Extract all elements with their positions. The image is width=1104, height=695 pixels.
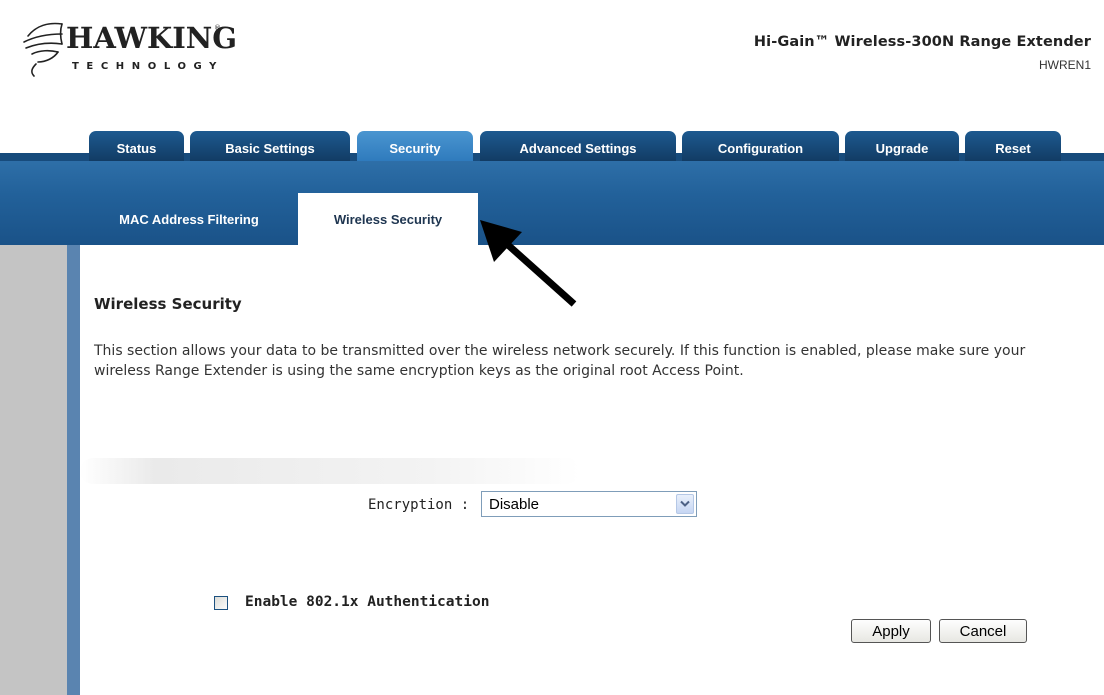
page-title: Wireless Security <box>94 295 242 313</box>
tab-label: Basic Settings <box>225 140 315 156</box>
subtab-label: Wireless Security <box>333 211 443 227</box>
tab-upgrade[interactable]: Upgrade <box>845 131 959 161</box>
encryption-selected-value: Disable <box>489 496 540 513</box>
product-model: HWREN1 <box>1038 58 1091 72</box>
chevron-down-icon[interactable] <box>676 494 694 514</box>
tab-advanced-settings[interactable]: Advanced Settings <box>480 131 676 161</box>
divider-band <box>80 458 580 484</box>
brand-sub-text: TECHNOLOGY <box>72 61 224 72</box>
tab-label: Security <box>389 140 441 156</box>
left-rail <box>0 245 67 695</box>
cancel-button[interactable]: Cancel <box>939 619 1027 643</box>
tab-label: Advanced Settings <box>519 140 637 156</box>
enable-8021x-checkbox[interactable] <box>214 596 228 610</box>
enable-8021x-label: Enable 802.1x Authentication <box>245 594 490 610</box>
encryption-select[interactable]: Disable <box>481 491 697 517</box>
subtab-wireless-security[interactable]: Wireless Security <box>298 193 478 245</box>
tab-label: Configuration <box>717 140 804 156</box>
brand-text: HAWKING <box>66 21 237 55</box>
subtab-mac-address-filtering[interactable]: MAC Address Filtering <box>88 193 290 245</box>
tab-reset[interactable]: Reset <box>965 131 1061 161</box>
hawk-icon: HAWKING ® TECHNOLOGY <box>23 21 237 77</box>
tab-basic-settings[interactable]: Basic Settings <box>190 131 350 161</box>
tab-status[interactable]: Status <box>89 131 184 161</box>
pointer-arrow-icon <box>480 220 577 307</box>
section-description: This section allows your data to be tran… <box>94 343 1026 379</box>
hawking-logo: HAWKING ® TECHNOLOGY <box>22 18 282 88</box>
svg-text:®: ® <box>214 24 221 32</box>
apply-button[interactable]: Apply <box>851 619 931 643</box>
tab-configuration[interactable]: Configuration <box>682 131 839 161</box>
left-rail-accent <box>67 245 80 695</box>
tab-security[interactable]: Security <box>357 131 473 161</box>
tab-label: Status <box>116 140 157 156</box>
tab-label: Reset <box>995 140 1031 156</box>
encryption-label: Encryption : <box>368 497 470 513</box>
product-title: Hi-Gain™ Wireless-300N Range Extender <box>753 34 1091 50</box>
subtab-label: MAC Address Filtering <box>119 211 259 227</box>
tab-label: Upgrade <box>875 140 929 156</box>
